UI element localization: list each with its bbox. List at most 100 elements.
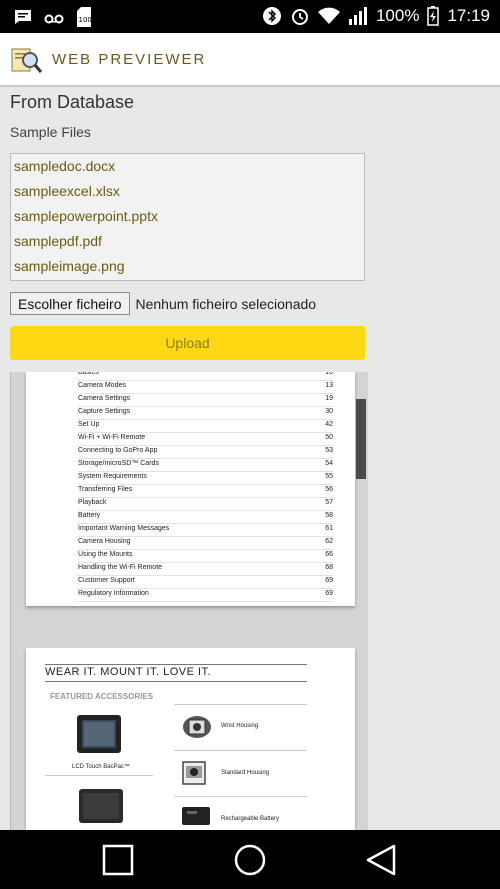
toc-row: Playback 57 [78,497,333,511]
toc-row: Handling the Wi-Fi Remote 68 [78,562,333,576]
home-icon[interactable] [233,844,267,878]
message-icon [15,10,31,24]
toc-row: Camera Settings 19 [78,393,333,407]
toc-row: Important Warning Messages 61 [78,523,333,537]
toc-page-number: 61 [325,525,333,532]
accessory-label: Rechargeable Battery [221,816,280,822]
document-viewer[interactable]: Basics 10 Camera Modes 13 Camera Settings 19 C… [10,372,368,830]
lcd-bacpac-image [77,715,121,753]
toc-row: Regulatory Information 69 [78,588,333,602]
choose-file-button[interactable]: Escolher ficheiro [10,292,130,315]
toc-row: Storage/microSD™ Cards 54 [78,458,333,472]
toc-page-number: 50 [325,434,333,441]
viewer-scrollbar[interactable] [356,399,366,479]
accessory-label: Wrist Housing [221,723,259,729]
toc-title: Set Up [78,421,100,428]
toc-title: Handling the Wi-Fi Remote [78,564,163,571]
page-heading: WEAR IT. MOUNT IT. LOVE IT. [45,666,212,678]
page-title: From Database [10,92,135,112]
toc-row: Customer Support 69 [78,575,333,589]
file-input-row: Escolher ficheiro Nenhum ficheiro seleci… [10,292,316,315]
rechargeable-battery-image [182,807,210,825]
toc-title: Storage/microSD™ Cards [78,460,159,467]
main-content: From Database Sample Files sampledoc.doc… [0,87,500,830]
storage-icon: 100 [77,7,92,27]
app-bar: WEB PREVIEWER [0,33,500,87]
file-item[interactable]: sampleexcel.xlsx [11,179,364,204]
accessory-label: LCD Touch BacPac™ [72,764,130,770]
back-icon[interactable] [366,844,398,876]
toc-page-number: 10 [325,372,333,376]
wrist-housing-image [183,716,211,738]
battery-bacpac-image [79,789,123,823]
app-title: WEB PREVIEWER [52,51,207,68]
file-status-text: Nenhum ficheiro selecionado [135,295,317,312]
toc-row: Set Up 42 [78,419,333,433]
toc-row: Camera Housing 62 [78,536,333,550]
toc-title: Battery [78,512,101,519]
battery-percentage: 100% [375,6,420,25]
section-title: Sample Files [10,124,91,140]
toc-page-number: 30 [325,408,333,415]
file-item[interactable]: samplepowerpoint.pptx [11,204,364,229]
toc-page-number: 68 [325,564,333,571]
toc-title: Camera Settings [78,395,131,402]
toc-title: Playback [78,499,107,506]
signal-icon [348,7,367,25]
svg-text:100: 100 [79,16,92,24]
toc-row: Wi-Fi + Wi-Fi Remote 50 [78,432,333,446]
divider [174,750,307,751]
recent-apps-icon[interactable] [102,844,134,876]
toc-row: Transferring Files 56 [78,484,333,498]
toc-title: Wi-Fi + Wi-Fi Remote [78,434,146,441]
toc-page-number: 57 [325,499,333,506]
toc-title: Camera Modes [78,382,126,389]
file-item[interactable]: samplepdf.pdf [11,229,364,254]
toc-page-number: 13 [325,382,333,389]
file-item[interactable]: sampleimage.png [11,254,364,279]
toc-title: Using the Mounts [78,551,133,558]
divider [45,775,153,776]
toc-page-number: 66 [325,551,333,558]
toc-page-number: 62 [325,538,333,545]
toc-page-number: 54 [325,460,333,467]
standard-housing-image [182,761,206,785]
accessory-label: Standard Housing [221,770,270,776]
toc-title: Capture Settings [78,408,131,415]
toc-row: System Requirements 55 [78,471,333,485]
toc-page-number: 69 [325,590,333,597]
featured-accessories-label: FEATURED ACCESSORIES [50,692,154,701]
toc-title: System Requirements [78,473,147,480]
toc-page-number: 53 [325,447,333,454]
toc-page-number: 42 [325,421,333,428]
divider [174,796,307,797]
toc-page-number: 19 [325,395,333,402]
upload-button[interactable]: Upload [10,326,365,360]
toc-row: Using the Mounts 66 [78,549,333,563]
toc-title: Connecting to GoPro App [78,447,158,454]
toc-title: Regulatory Information [78,590,149,597]
toc-page-number: 56 [325,486,333,493]
toc-row: Connecting to GoPro App 53 [78,445,333,459]
divider [45,681,307,682]
toc-title: Important Warning Messages [78,525,170,532]
toc-page-number: 55 [325,473,333,480]
toc-row: Battery 58 [78,510,333,524]
toc-row: Camera Modes 13 [78,380,333,394]
toc-page-number: 58 [325,512,333,519]
sample-files-list: sampledoc.docx sampleexcel.xlsx samplepo… [10,153,365,281]
bluetooth-icon [262,7,281,25]
divider [45,664,307,665]
status-bar: 100 100% 17:19 [0,0,500,33]
app-logo-icon [11,48,42,73]
file-item[interactable]: sampledoc.docx [11,154,364,179]
toc-row: Capture Settings 30 [78,406,333,420]
clock-time: 17:19 [447,6,490,25]
toc-title: Customer Support [78,577,135,584]
divider [174,704,307,705]
toc-title: Camera Housing [78,538,131,545]
navigation-bar [0,830,500,889]
battery-charging-icon [427,6,440,26]
alarm-icon [291,9,308,25]
toc-page-number: 69 [325,577,333,584]
